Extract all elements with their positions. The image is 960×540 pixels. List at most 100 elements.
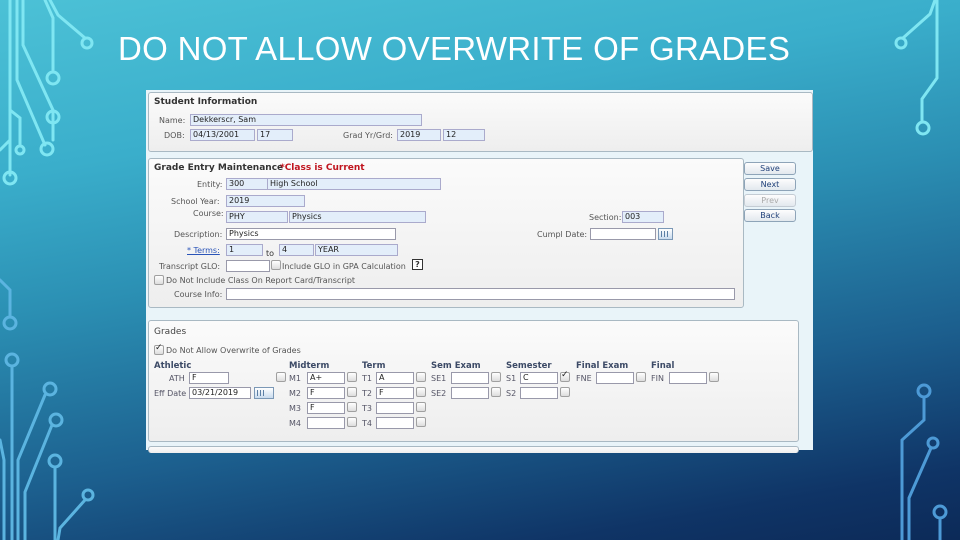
- circuit-bottom-left: [0, 278, 95, 540]
- calendar-icon[interactable]: [658, 228, 673, 240]
- grade-input-se2[interactable]: [451, 387, 489, 399]
- grade-input-fin[interactable]: [669, 372, 707, 384]
- help-icon[interactable]: ?: [412, 259, 423, 270]
- grade-input-s2[interactable]: [520, 387, 558, 399]
- grade-level-field: 12: [443, 129, 485, 141]
- grade-checkbox-fne[interactable]: [636, 372, 646, 382]
- grade-checkbox-m1[interactable]: [347, 372, 357, 382]
- terms-link[interactable]: * Terms:: [187, 246, 220, 255]
- dob-field: 04/13/2001: [190, 129, 255, 141]
- ath-checkbox[interactable]: [276, 372, 286, 382]
- grad-year-field: 2019: [397, 129, 441, 141]
- grade-checkbox-m2[interactable]: [347, 387, 357, 397]
- entity-label: Entity:: [197, 180, 223, 189]
- semester-header: Semester: [506, 361, 552, 371]
- grades-panel: Grades Do Not Allow Overwrite of Grades …: [148, 320, 799, 442]
- terms-type-field: YEAR: [315, 244, 398, 256]
- name-label: Name:: [159, 116, 186, 125]
- save-button[interactable]: Save: [744, 162, 796, 175]
- final-header: Final: [651, 361, 675, 371]
- school-year-label: School Year:: [171, 197, 220, 206]
- grade-entry-window: Student Information Name: Dekkerscr, Sam…: [146, 90, 813, 453]
- name-field: Dekkerscr, Sam: [190, 114, 422, 126]
- grade-input-m3[interactable]: F: [307, 402, 345, 414]
- terms-from-field: 1: [226, 244, 263, 256]
- grade-label-t2: T2: [362, 389, 372, 398]
- grade-label-t1: T1: [362, 374, 372, 383]
- next-button[interactable]: Next: [744, 178, 796, 191]
- eff-date-input[interactable]: 03/21/2019: [189, 387, 251, 399]
- class-status-text: *Class is Current: [280, 163, 365, 173]
- athletic-header: Athletic: [154, 361, 192, 371]
- grade-checkbox-se1[interactable]: [491, 372, 501, 382]
- no-overwrite-label: Do Not Allow Overwrite of Grades: [166, 346, 301, 355]
- grade-checkbox-m4[interactable]: [347, 417, 357, 427]
- grade-input-t3[interactable]: [376, 402, 414, 414]
- description-label: Description:: [174, 230, 223, 239]
- grade-label-se2: SE2: [431, 389, 447, 398]
- grade-checkbox-t4[interactable]: [416, 417, 426, 427]
- cumpl-date-input[interactable]: [590, 228, 656, 240]
- course-label: Course:: [193, 209, 224, 218]
- grade-input-t4[interactable]: [376, 417, 414, 429]
- grade-label-m1: M1: [289, 374, 301, 383]
- grade-input-t2[interactable]: F: [376, 387, 414, 399]
- section-field: 003: [622, 211, 664, 223]
- grade-checkbox-se2[interactable]: [491, 387, 501, 397]
- course-info-input[interactable]: [226, 288, 735, 300]
- midterm-header: Midterm: [289, 361, 330, 371]
- back-button[interactable]: Back: [744, 209, 796, 222]
- grade-label-fne: FNE: [576, 374, 592, 383]
- section-label: Section:: [589, 213, 622, 222]
- grade-label-s2: S2: [506, 389, 517, 398]
- grade-input-se1[interactable]: [451, 372, 489, 384]
- sem-exam-header: Sem Exam: [431, 361, 481, 371]
- grade-input-m4[interactable]: [307, 417, 345, 429]
- terms-to-field: 4: [279, 244, 314, 256]
- no-overwrite-checkbox[interactable]: [154, 343, 164, 355]
- grade-input-s1[interactable]: C: [520, 372, 558, 384]
- grade-checkbox-t1[interactable]: [416, 372, 426, 382]
- entity-code-field: 300: [226, 178, 268, 190]
- course-name-field: Physics: [289, 211, 426, 223]
- grade-input-m1[interactable]: A+: [307, 372, 345, 384]
- grade-checkbox-t3[interactable]: [416, 402, 426, 412]
- circuit-top-left: [0, 0, 94, 186]
- age-field: 17: [257, 129, 293, 141]
- student-information-header: Student Information: [154, 97, 258, 107]
- grade-checkbox-m3[interactable]: [347, 402, 357, 412]
- include-glo-checkbox[interactable]: [271, 260, 281, 270]
- grad-year-label: Grad Yr/Grd:: [343, 131, 394, 140]
- lower-panel-edge: [148, 446, 799, 453]
- grade-label-t4: T4: [362, 419, 372, 428]
- transcript-glo-label: Transcript GLO:: [159, 262, 221, 271]
- description-input[interactable]: Physics: [226, 228, 396, 240]
- grade-label-m4: M4: [289, 419, 301, 428]
- grades-header: Grades: [154, 327, 187, 337]
- grade-checkbox-s2[interactable]: [560, 387, 570, 397]
- grade-entry-header: Grade Entry Maintenance: [154, 163, 284, 173]
- include-glo-label: Include GLO in GPA Calculation: [282, 262, 406, 271]
- eff-date-label: Eff Date: [154, 389, 187, 398]
- transcript-glo-input[interactable]: [226, 260, 270, 272]
- grade-input-fne[interactable]: [596, 372, 634, 384]
- do-not-include-label: Do Not Include Class On Report Card/Tran…: [166, 276, 356, 285]
- grade-checkbox-fin[interactable]: [709, 372, 719, 382]
- grade-label-m3: M3: [289, 404, 301, 413]
- terms-to-label: to: [266, 249, 275, 258]
- grade-input-t1[interactable]: A: [376, 372, 414, 384]
- prev-button[interactable]: Prev: [744, 194, 796, 207]
- calendar-dropdown-icon[interactable]: [254, 387, 274, 399]
- grade-checkbox-s1[interactable]: [560, 370, 570, 382]
- ath-input[interactable]: F: [189, 372, 229, 384]
- do-not-include-checkbox[interactable]: [154, 275, 164, 285]
- entity-name-field: High School: [267, 178, 441, 190]
- grade-checkbox-t2[interactable]: [416, 387, 426, 397]
- grade-label-se1: SE1: [431, 374, 447, 383]
- final-exam-header: Final Exam: [576, 361, 629, 371]
- grade-entry-maintenance-panel: Grade Entry Maintenance *Class is Curren…: [148, 158, 744, 308]
- term-header: Term: [362, 361, 386, 371]
- grade-label-t3: T3: [362, 404, 372, 413]
- grade-input-m2[interactable]: F: [307, 387, 345, 399]
- school-year-field: 2019: [226, 195, 305, 207]
